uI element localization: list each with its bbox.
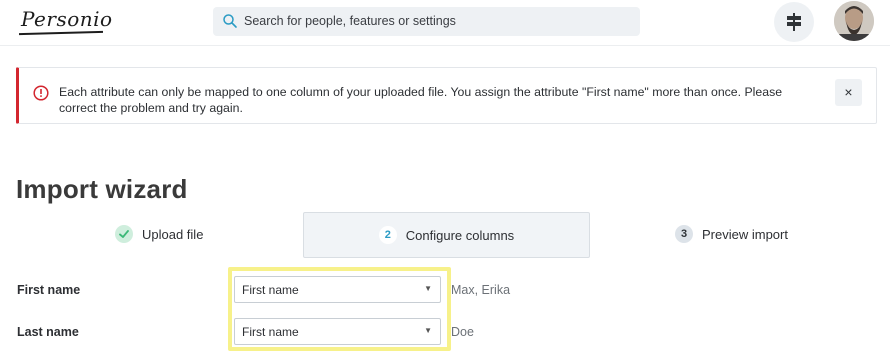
sample-values: Doe: [451, 325, 474, 339]
select-value: First name: [242, 283, 299, 297]
close-alert-button[interactable]: ×: [835, 79, 862, 106]
search-icon: [223, 14, 237, 28]
error-icon: [33, 85, 49, 101]
user-avatar[interactable]: [834, 1, 874, 41]
top-bar: Personio Search for people, features or …: [0, 0, 890, 46]
avatar-image: [834, 1, 874, 41]
step-label: Configure columns: [405, 227, 515, 243]
page-title: Import wizard: [16, 174, 188, 204]
step-label: Preview import: [702, 226, 788, 242]
sample-values: Max, Erika: [451, 283, 511, 297]
attribute-select-first-name[interactable]: First name ▼: [234, 276, 441, 303]
step-number: 3: [675, 225, 693, 243]
personio-logo[interactable]: Personio: [18, 6, 112, 36]
search-input[interactable]: Search for people, features or settings: [213, 7, 640, 36]
alert-message: Each attribute can only be mapped to one…: [59, 85, 783, 115]
signpost-button[interactable]: [774, 2, 814, 42]
error-alert: Each attribute can only be mapped to one…: [16, 67, 877, 124]
column-label-first-name: First name: [17, 283, 81, 297]
chevron-down-icon: ▼: [424, 326, 432, 335]
step-number: 2: [378, 226, 397, 244]
close-icon: ×: [844, 84, 853, 100]
chevron-down-icon: ▼: [424, 284, 432, 293]
attribute-select-last-name[interactable]: First name ▼: [234, 318, 441, 345]
logo-underline: [18, 30, 104, 36]
step-label: Upload file: [142, 226, 204, 242]
logo-text: Personio: [21, 7, 113, 31]
step-preview-import[interactable]: 3 Preview import: [675, 222, 855, 246]
column-label-last-name: Last name: [17, 325, 79, 339]
step-upload-file[interactable]: Upload file: [115, 222, 295, 246]
select-value: First name: [242, 325, 299, 339]
search-placeholder: Search for people, features or settings: [244, 14, 456, 28]
step-configure-columns[interactable]: 2 Configure columns: [303, 212, 590, 258]
check-icon: [115, 225, 133, 243]
signpost-icon: [787, 13, 801, 31]
